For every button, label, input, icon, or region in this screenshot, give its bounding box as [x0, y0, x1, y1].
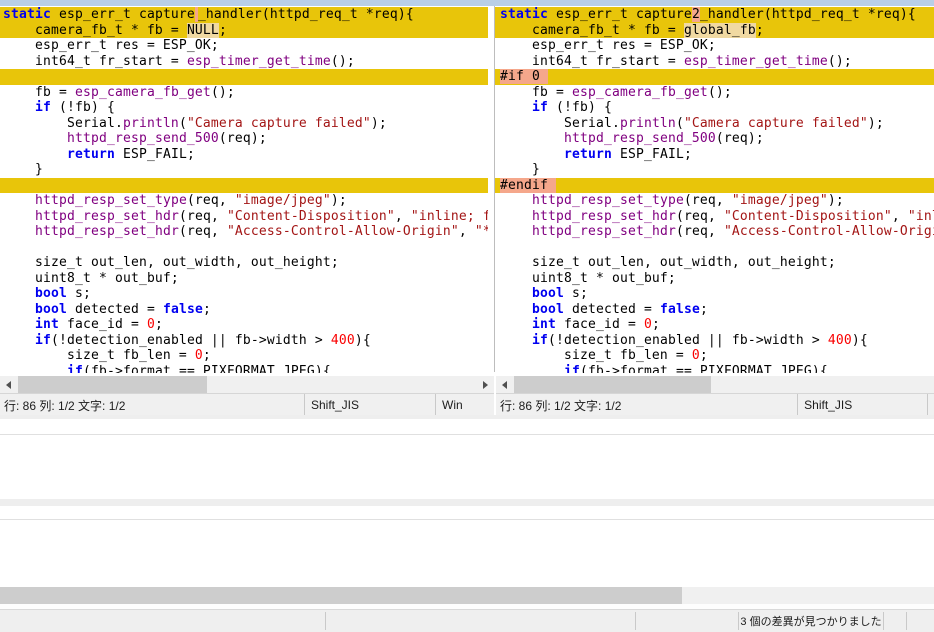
- statusbar-separator: [883, 612, 884, 630]
- status-diff-count: 3 個の差異が見つかりました: [739, 610, 883, 632]
- code-line[interactable]: httpd_resp_set_hdr(req, "Access-Control-…: [0, 224, 488, 240]
- file-pane-right[interactable]: static esp_err_t capture2_handler(httpd_…: [495, 6, 934, 373]
- scroll-right-button[interactable]: [477, 376, 494, 393]
- code-line[interactable]: }: [0, 162, 488, 178]
- code-line[interactable]: #endif: [495, 178, 934, 194]
- left-pane-hscrollbar[interactable]: [0, 376, 494, 393]
- detail-pane-hscrollbar[interactable]: [0, 587, 934, 604]
- code-line[interactable]: uint8_t * out_buf;: [495, 271, 934, 287]
- code-line[interactable]: bool s;: [0, 286, 488, 302]
- status-cursor-position: 行: 86 列: 1/2 文字: 1/2: [496, 394, 798, 416]
- code-line[interactable]: [0, 178, 488, 194]
- code-line[interactable]: [0, 240, 488, 256]
- code-line[interactable]: [0, 69, 488, 85]
- code-line[interactable]: Serial.println("Camera capture failed");: [0, 116, 488, 132]
- code-line[interactable]: esp_err_t res = ESP_OK;: [0, 38, 488, 54]
- code-line[interactable]: httpd_resp_set_hdr(req, "Content-Disposi…: [0, 209, 488, 225]
- file-pane-left[interactable]: static esp_err_t capture_handler(httpd_r…: [0, 6, 488, 373]
- code-line[interactable]: httpd_resp_set_type(req, "image/jpeg");: [0, 193, 488, 209]
- code-line[interactable]: httpd_resp_set_type(req, "image/jpeg");: [495, 193, 934, 209]
- winmerge-diff-window: { "colors": { "diff_line_bg": "#e8c50a",…: [0, 0, 934, 632]
- code-line[interactable]: bool detected = false;: [0, 302, 488, 318]
- code-line[interactable]: int64_t fr_start = esp_timer_get_time();: [495, 54, 934, 70]
- code-line[interactable]: int face_id = 0;: [495, 317, 934, 333]
- detail-pane-upper[interactable]: [0, 435, 934, 499]
- code-line[interactable]: size_t out_len, out_width, out_height;: [495, 255, 934, 271]
- code-line[interactable]: size_t out_len, out_width, out_height;: [0, 255, 488, 271]
- code-line[interactable]: httpd_resp_send_500(req);: [495, 131, 934, 147]
- code-line[interactable]: return ESP_FAIL;: [495, 147, 934, 163]
- status-encoding: Shift_JIS: [305, 394, 436, 416]
- code-line[interactable]: return ESP_FAIL;: [0, 147, 488, 163]
- code-line[interactable]: bool detected = false;: [495, 302, 934, 318]
- code-line[interactable]: camera_fb_t * fb = NULL;: [0, 23, 488, 39]
- code-line[interactable]: }: [495, 162, 934, 178]
- statusbar-separator: [635, 612, 636, 630]
- pane-statusbar-left: 行: 86 列: 1/2 文字: 1/2 Shift_JIS Win: [0, 393, 494, 416]
- status-cursor-position: 行: 86 列: 1/2 文字: 1/2: [0, 394, 305, 416]
- scrollbar-thumb[interactable]: [0, 587, 682, 604]
- detail-pane-header-row: [0, 419, 934, 435]
- detail-pane-lower[interactable]: [0, 520, 934, 587]
- code-line[interactable]: camera_fb_t * fb = global_fb;: [495, 23, 934, 39]
- statusbar-separator: [906, 612, 907, 630]
- code-line[interactable]: esp_err_t res = ESP_OK;: [495, 38, 934, 54]
- code-line[interactable]: if(fb->format == PIXFORMAT_JPEG){: [495, 364, 934, 374]
- detail-pane-splitter-middle[interactable]: [0, 499, 934, 506]
- code-line[interactable]: if(!detection_enabled || fb->width > 400…: [495, 333, 934, 349]
- code-line[interactable]: int64_t fr_start = esp_timer_get_time();: [0, 54, 488, 70]
- code-line[interactable]: static esp_err_t capture2_handler(httpd_…: [495, 7, 934, 23]
- code-line[interactable]: fb = esp_camera_fb_get();: [495, 85, 934, 101]
- code-line[interactable]: httpd_resp_send_500(req);: [0, 131, 488, 147]
- code-line[interactable]: if(!detection_enabled || fb->width > 400…: [0, 333, 488, 349]
- pane-statusbar-right: 行: 86 列: 1/2 文字: 1/2 Shift_JIS Win: [496, 393, 934, 416]
- code-line[interactable]: if(fb->format == PIXFORMAT_JPEG){: [0, 364, 488, 374]
- code-line[interactable]: httpd_resp_set_hdr(req, "Access-Control-…: [495, 224, 934, 240]
- detail-pane-header-row: [0, 506, 934, 520]
- code-line[interactable]: bool s;: [495, 286, 934, 302]
- code-line[interactable]: httpd_resp_set_hdr(req, "Content-Disposi…: [495, 209, 934, 225]
- code-line[interactable]: if (!fb) {: [495, 100, 934, 116]
- scrollbar-thumb[interactable]: [514, 376, 711, 393]
- status-eol-style: Win: [928, 394, 934, 416]
- code-line[interactable]: size_t fb_len = 0;: [0, 348, 488, 364]
- status-encoding: Shift_JIS: [798, 394, 928, 416]
- triangle-left-icon: [6, 381, 11, 389]
- scroll-left-button[interactable]: [496, 376, 513, 393]
- code-line[interactable]: [495, 240, 934, 256]
- scroll-left-button[interactable]: [0, 376, 17, 393]
- right-pane-hscrollbar[interactable]: [496, 376, 934, 393]
- triangle-right-icon: [483, 381, 488, 389]
- code-line[interactable]: static esp_err_t capture_handler(httpd_r…: [0, 7, 488, 23]
- code-line[interactable]: size_t fb_len = 0;: [495, 348, 934, 364]
- code-line[interactable]: fb = esp_camera_fb_get();: [0, 85, 488, 101]
- status-eol-style: Win: [436, 394, 494, 416]
- code-line[interactable]: Serial.println("Camera capture failed");: [495, 116, 934, 132]
- code-line[interactable]: if (!fb) {: [0, 100, 488, 116]
- code-line[interactable]: #if 0: [495, 69, 934, 85]
- triangle-left-icon: [502, 381, 507, 389]
- scrollbar-thumb[interactable]: [18, 376, 207, 393]
- main-statusbar: 3 個の差異が見つかりました: [0, 610, 934, 632]
- code-line[interactable]: int face_id = 0;: [0, 317, 488, 333]
- statusbar-separator: [325, 612, 326, 630]
- code-line[interactable]: uint8_t * out_buf;: [0, 271, 488, 287]
